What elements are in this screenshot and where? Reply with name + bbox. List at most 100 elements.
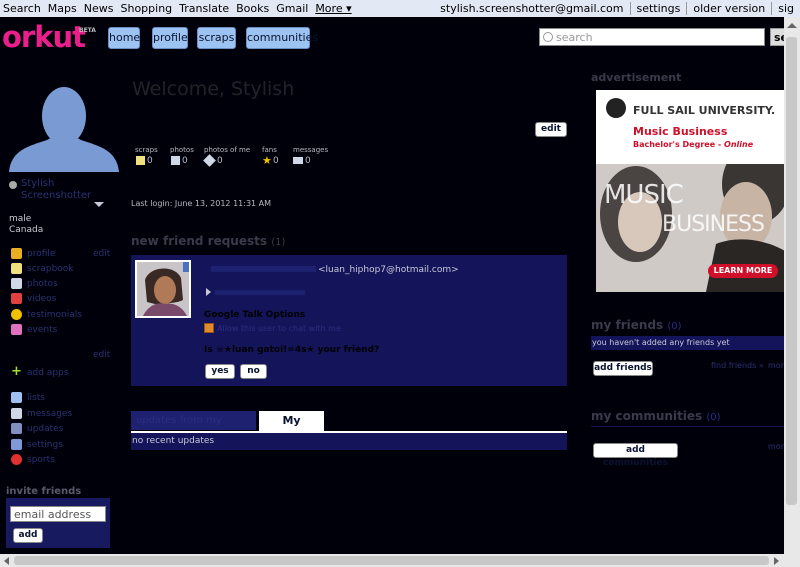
nav-home-button[interactable]: home bbox=[108, 27, 140, 49]
stat-label-photos-of-me[interactable]: photos of me bbox=[204, 146, 250, 154]
stat-label-messages[interactable]: messages bbox=[293, 146, 328, 154]
expand-arrow-icon[interactable] bbox=[206, 288, 211, 296]
ad-program: Music Business bbox=[633, 125, 728, 138]
last-login: Last login: June 13, 2012 11:31 AM bbox=[131, 199, 272, 208]
google-bar: Search Maps News Shopping Translate Books Gmai… bbox=[0, 0, 800, 17]
ad-online-text: Online bbox=[724, 140, 754, 149]
ad-big-text-2: BUSINESS bbox=[662, 212, 765, 237]
nav-communities-button[interactable]: communities bbox=[246, 27, 318, 49]
ad-degree-text: Bachelor's Degree - bbox=[633, 140, 725, 149]
tab-my-updates[interactable]: My updates bbox=[259, 411, 324, 447]
my-friends-panel: you haven't added any friends yet bbox=[591, 336, 784, 350]
horizontal-scroll-thumb[interactable] bbox=[14, 556, 769, 565]
edit-button[interactable]: edit bbox=[535, 122, 567, 137]
no-button[interactable]: no bbox=[240, 364, 267, 379]
events-icon bbox=[11, 324, 22, 335]
beta-label: BETA bbox=[79, 27, 96, 34]
profile-name[interactable]: Stylish Screenshotter bbox=[21, 178, 91, 202]
sidebar-item-scrapbook[interactable]: scrapbook bbox=[27, 264, 74, 274]
gbar-link-more[interactable]: More ▾ bbox=[315, 2, 351, 15]
requester-name[interactable] bbox=[211, 266, 316, 272]
requester-email: <luan_hiphop7@hotmail.com> bbox=[318, 265, 459, 275]
gtalk-checkbox[interactable] bbox=[204, 323, 214, 333]
scroll-up-icon[interactable] bbox=[787, 23, 797, 28]
learn-more-button[interactable]: LEARN MORE bbox=[708, 264, 778, 278]
tab-updates-from-friends[interactable]: updates from my friends bbox=[131, 411, 256, 445]
sidebar-item-photos[interactable]: photos bbox=[27, 279, 58, 289]
communities-divider bbox=[591, 426, 784, 427]
chevron-down-icon[interactable] bbox=[94, 202, 104, 207]
horizontal-scrollbar[interactable] bbox=[0, 554, 784, 567]
sidebar-item-updates[interactable]: updates bbox=[27, 424, 63, 434]
profile-icon bbox=[11, 248, 22, 259]
stat-label-scraps[interactable]: scraps bbox=[135, 146, 158, 154]
full-sail-logo-icon bbox=[606, 98, 626, 118]
friend-question: Is ☠★luan gatoi!=4s★ your friend? bbox=[204, 345, 380, 355]
online-status-icon bbox=[9, 181, 17, 189]
no-friends-text: you haven't added any friends yet bbox=[592, 338, 730, 347]
vertical-scrollbar[interactable] bbox=[784, 17, 800, 567]
photos-icon bbox=[11, 278, 22, 289]
vertical-scroll-thumb[interactable] bbox=[786, 37, 797, 505]
orkut-logo[interactable]: orkut BETA bbox=[2, 20, 96, 54]
scraps-icon bbox=[136, 156, 145, 165]
edit-link-1[interactable]: edit bbox=[93, 249, 110, 259]
invite-friends-title: invite friends bbox=[6, 486, 82, 497]
search-input[interactable]: search bbox=[539, 28, 765, 46]
older-version-link[interactable]: older version bbox=[686, 2, 772, 15]
gbar-link-maps[interactable]: Maps bbox=[48, 2, 77, 15]
requester-details-link[interactable] bbox=[215, 290, 305, 295]
avatar[interactable] bbox=[9, 80, 119, 172]
stat-value-photos-of-me: 0 bbox=[217, 156, 223, 166]
envelope-icon bbox=[293, 157, 303, 164]
gbar-link-shopping[interactable]: Shopping bbox=[120, 2, 172, 15]
sidebar-item-settings[interactable]: settings bbox=[27, 440, 63, 450]
stat-value-messages: 0 bbox=[305, 156, 311, 166]
nav-profile-button[interactable]: profile bbox=[152, 27, 188, 49]
edit-link-2[interactable]: edit bbox=[93, 350, 110, 360]
my-friends-label: my friends bbox=[591, 318, 664, 332]
profile-gender: male bbox=[9, 214, 32, 224]
sidebar-item-lists[interactable]: lists bbox=[27, 393, 45, 403]
ad-school: FULL SAIL UNIVERSITY. bbox=[633, 104, 776, 117]
my-communities-title: my communities (0) bbox=[591, 409, 721, 423]
gtalk-options-title: Google Talk Options bbox=[204, 310, 306, 320]
add-apps-icon: + bbox=[11, 364, 22, 379]
star-icon: ★ bbox=[262, 154, 272, 167]
yes-button[interactable]: yes bbox=[205, 364, 235, 379]
sidebar-item-testimonials[interactable]: testimonials bbox=[27, 310, 82, 320]
sidebar-item-videos[interactable]: videos bbox=[27, 294, 56, 304]
my-communities-count: (0) bbox=[706, 412, 721, 423]
gbar-link-search[interactable]: Search bbox=[3, 2, 41, 15]
stat-label-photos[interactable]: photos bbox=[170, 146, 194, 154]
sign-out-link[interactable]: sig bbox=[771, 2, 800, 15]
updates-icon bbox=[11, 423, 22, 434]
google-bar-links: Search Maps News Shopping Translate Books Gmai… bbox=[3, 2, 359, 15]
find-friends-link[interactable]: find friends » bbox=[711, 361, 764, 370]
account-email[interactable]: stylish.screenshotter@gmail.com bbox=[434, 2, 629, 15]
scroll-right-icon[interactable] bbox=[774, 557, 779, 565]
add-friends-button[interactable]: add friends bbox=[593, 361, 653, 376]
sidebar-item-events[interactable]: events bbox=[27, 325, 57, 335]
advertisement-banner[interactable]: FULL SAIL UNIVERSITY. Music Business Bac… bbox=[596, 90, 790, 292]
gbar-link-gmail[interactable]: Gmail bbox=[276, 2, 308, 15]
invite-add-button[interactable]: add bbox=[13, 528, 43, 543]
sidebar-item-messages[interactable]: messages bbox=[27, 409, 72, 419]
gbar-link-translate[interactable]: Translate bbox=[179, 2, 229, 15]
add-communities-button[interactable]: add communities bbox=[593, 443, 678, 468]
scroll-left-icon[interactable] bbox=[4, 557, 9, 565]
gbar-link-news[interactable]: News bbox=[84, 2, 114, 15]
stat-label-fans[interactable]: fans bbox=[262, 146, 277, 154]
welcome-heading: Welcome, Stylish bbox=[132, 78, 295, 100]
sidebar-item-sports[interactable]: sports bbox=[27, 455, 55, 465]
logo-text: orkut bbox=[2, 20, 86, 54]
sidebar-item-add-apps[interactable]: add apps bbox=[27, 368, 68, 378]
requester-photo[interactable] bbox=[135, 260, 191, 318]
gbar-link-books[interactable]: Books bbox=[236, 2, 269, 15]
advertisement-title: advertisement bbox=[591, 71, 682, 84]
invite-email-input[interactable]: email address bbox=[10, 506, 106, 522]
ad-big-text-1: MUSIC bbox=[604, 180, 684, 210]
nav-scraps-button[interactable]: scraps bbox=[197, 27, 236, 49]
sidebar-item-profile[interactable]: profile bbox=[27, 249, 55, 259]
settings-link[interactable]: settings bbox=[629, 2, 687, 15]
